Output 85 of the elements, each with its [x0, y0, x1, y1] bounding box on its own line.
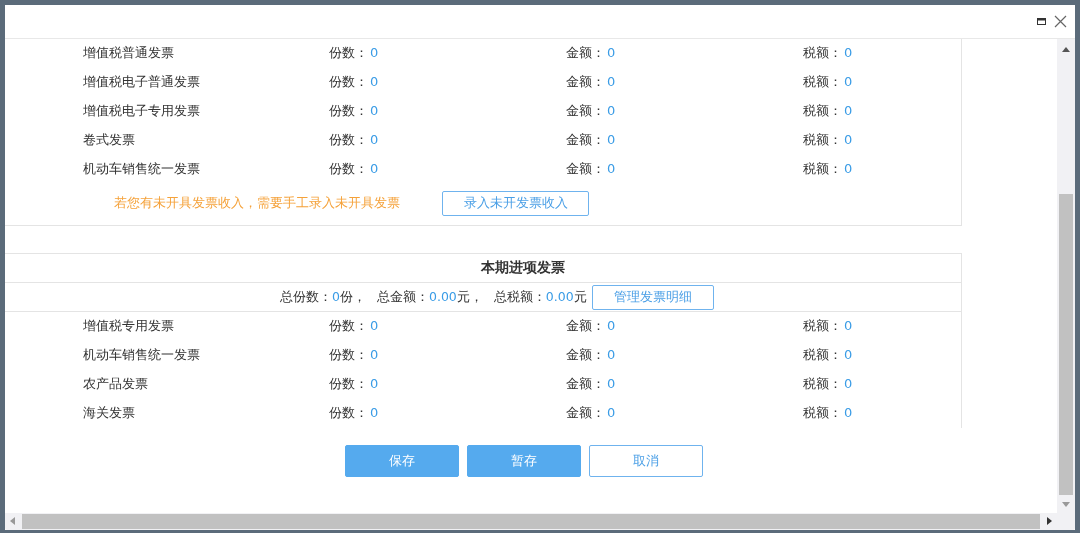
tax-value: 0	[844, 405, 853, 420]
tax-value: 0	[844, 318, 853, 333]
primary-button[interactable]: 保存	[345, 445, 459, 477]
section-title: 本期进项发票	[481, 259, 565, 277]
count-label: 份数：	[329, 405, 368, 420]
summary-label: 总份数：	[280, 288, 332, 304]
scroll-up-icon[interactable]	[1062, 47, 1070, 52]
tax-value: 0	[844, 74, 853, 89]
summary-unit: 元	[573, 288, 587, 304]
tax-label: 税额：	[803, 161, 842, 176]
amount-value: 0	[607, 405, 616, 420]
invoice-type-label: 海关发票	[83, 405, 135, 420]
count-label: 份数：	[329, 376, 368, 391]
tax-label: 税额：	[803, 347, 842, 362]
summary-value: 0	[332, 288, 340, 304]
amount-label: 金额：	[566, 45, 605, 60]
count-label: 份数：	[329, 132, 368, 147]
invoice-type-label: 增值税专用发票	[83, 318, 174, 333]
enter-income-button[interactable]: 录入未开发票收入	[442, 191, 589, 216]
count-value: 0	[370, 376, 379, 391]
count-label: 份数：	[329, 74, 368, 89]
count-label: 份数：	[329, 318, 368, 333]
tax-label: 税额：	[803, 376, 842, 391]
horizontal-scrollbar[interactable]	[5, 513, 1075, 530]
count-value: 0	[370, 318, 379, 333]
tax-label: 税额：	[803, 45, 842, 60]
count-value: 0	[370, 347, 379, 362]
amount-value: 0	[607, 74, 616, 89]
summary-value: 0.00	[428, 288, 457, 304]
summary-value: 0.00	[545, 288, 574, 304]
count-value: 0	[370, 74, 379, 89]
count-value: 0	[370, 45, 379, 60]
amount-value: 0	[607, 103, 616, 118]
summary-label: 总税额：	[493, 288, 546, 304]
amount-label: 金额：	[566, 74, 605, 89]
count-value: 0	[370, 161, 379, 176]
tax-label: 税额：	[803, 103, 842, 118]
vertical-scrollbar[interactable]	[1057, 39, 1075, 513]
close-icon[interactable]	[1054, 15, 1067, 28]
cancel-button[interactable]: 取消	[589, 445, 703, 477]
count-label: 份数：	[329, 161, 368, 176]
primary-button[interactable]: 暂存	[467, 445, 581, 477]
tax-value: 0	[844, 347, 853, 362]
amount-label: 金额：	[566, 132, 605, 147]
tax-label: 税额：	[803, 74, 842, 89]
amount-label: 金额：	[566, 103, 605, 118]
amount-value: 0	[607, 132, 616, 147]
tax-label: 税额：	[803, 405, 842, 420]
amount-value: 0	[607, 318, 616, 333]
count-value: 0	[370, 405, 379, 420]
amount-value: 0	[607, 347, 616, 362]
invoice-type-label: 增值税电子专用发票	[83, 103, 200, 118]
amount-label: 金额：	[566, 376, 605, 391]
count-label: 份数：	[329, 103, 368, 118]
count-value: 0	[370, 132, 379, 147]
summary-unit: 份，	[339, 288, 366, 304]
invoice-type-label: 卷式发票	[83, 132, 135, 147]
summary-unit: 元，	[456, 288, 483, 304]
count-value: 0	[370, 103, 379, 118]
tax-value: 0	[844, 376, 853, 391]
amount-label: 金额：	[566, 347, 605, 362]
tax-value: 0	[844, 45, 853, 60]
invoice-type-label: 增值税普通发票	[83, 45, 174, 60]
invoice-type-label: 农产品发票	[83, 376, 148, 391]
amount-label: 金额：	[566, 405, 605, 420]
invoice-type-label: 增值税电子普通发票	[83, 74, 200, 89]
count-label: 份数：	[329, 347, 368, 362]
amount-value: 0	[607, 161, 616, 176]
maximize-icon[interactable]	[1037, 18, 1046, 25]
amount-value: 0	[607, 45, 616, 60]
tax-value: 0	[844, 161, 853, 176]
tax-label: 税额：	[803, 132, 842, 147]
hint-text: 若您有未开具发票收入，需要手工录入未开具发票	[114, 195, 400, 212]
amount-value: 0	[607, 376, 616, 391]
invoice-type-label: 机动车销售统一发票	[83, 161, 200, 176]
tax-value: 0	[844, 103, 853, 118]
summary-label: 总金额：	[376, 288, 429, 304]
scroll-right-icon[interactable]	[1047, 517, 1052, 525]
tax-value: 0	[844, 132, 853, 147]
manage-details-button[interactable]: 管理发票明细	[591, 284, 714, 310]
amount-label: 金额：	[566, 161, 605, 176]
tax-label: 税额：	[803, 318, 842, 333]
amount-label: 金额：	[566, 318, 605, 333]
count-label: 份数：	[329, 45, 368, 60]
invoice-type-label: 机动车销售统一发票	[83, 347, 200, 362]
